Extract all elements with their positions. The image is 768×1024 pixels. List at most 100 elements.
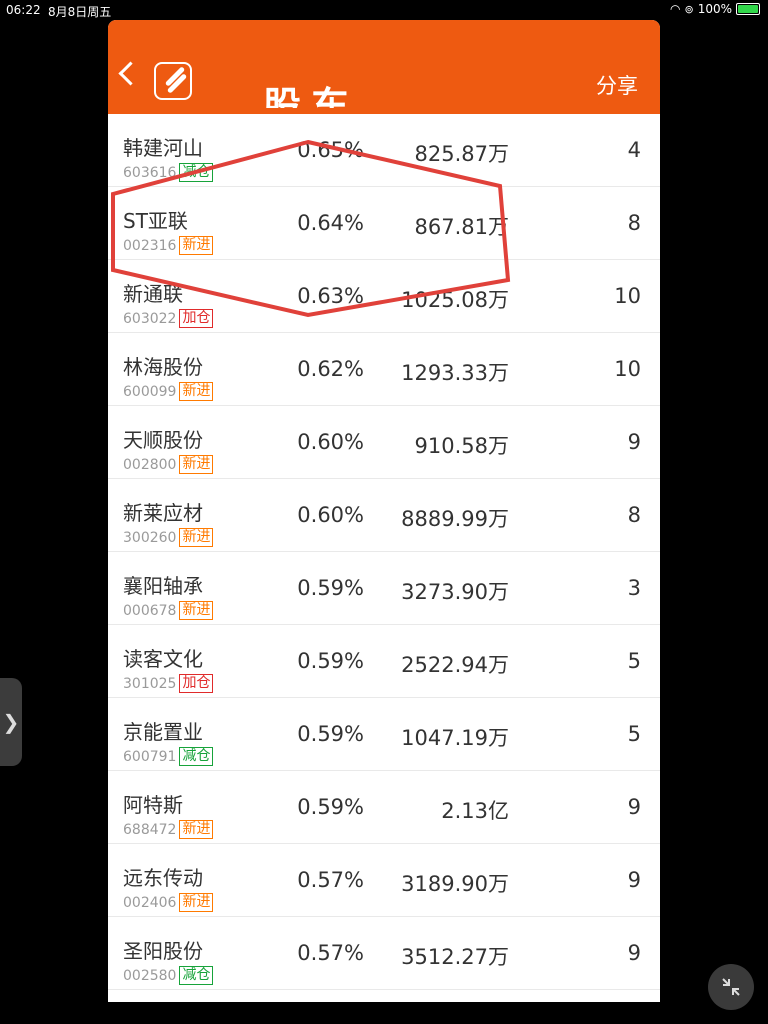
stock-name: 新莱应材: [123, 501, 203, 525]
holding-amount: 867.81万: [414, 215, 509, 239]
stock-code: 300260: [123, 529, 177, 546]
stock-name: ST亚联: [123, 209, 188, 233]
header-bar: 股东 分享: [108, 20, 660, 114]
holding-percent: 0.59%: [297, 576, 364, 600]
stock-name: 韩建河山: [123, 136, 203, 160]
holder-count: 9: [627, 941, 641, 965]
holder-count: 10: [614, 357, 641, 381]
stock-name: 新通联: [123, 282, 183, 306]
stock-name: 远东传动: [123, 866, 203, 890]
holding-amount: 8889.99万: [401, 507, 509, 531]
holding-percent: 0.64%: [297, 211, 364, 235]
table-row[interactable]: 新莱应材 300260 新进 0.60% 8889.99万 8: [108, 479, 660, 552]
table-row[interactable]: 京能置业 600791 减仓 0.59% 1047.19万 5: [108, 698, 660, 771]
holding-percent: 0.63%: [297, 284, 364, 308]
stock-name: 阿特斯: [123, 793, 183, 817]
stock-sub: 600099 新进: [123, 382, 214, 401]
table-row[interactable]: 新通联 603022 加仓 0.63% 1025.08万 10: [108, 260, 660, 333]
status-time: 06:22: [6, 3, 41, 17]
side-drawer-handle[interactable]: ❯: [0, 678, 22, 766]
share-button[interactable]: 分享: [596, 70, 638, 100]
stock-sub: 002800 新进: [123, 455, 214, 474]
stock-sub: 603616 减仓: [123, 163, 214, 182]
stock-code: 603022: [123, 310, 177, 327]
holding-amount: 1025.08万: [401, 288, 509, 312]
holder-count: 8: [627, 211, 641, 235]
stock-code: 688472: [123, 821, 177, 838]
holding-percent: 0.65%: [297, 138, 364, 162]
stock-name: 林海股份: [123, 355, 203, 379]
orientation-lock-icon: ⊚: [684, 2, 694, 16]
stock-sub: 301025 加仓: [123, 674, 214, 693]
stock-sub: 002406 新进: [123, 893, 214, 912]
shrink-arrows-icon: [722, 978, 740, 996]
holding-percent: 0.59%: [297, 795, 364, 819]
position-tag: 新进: [179, 236, 214, 255]
collapse-button[interactable]: [708, 964, 754, 1010]
holder-count: 5: [627, 649, 641, 673]
stock-sub: 300260 新进: [123, 528, 214, 547]
position-tag: 减仓: [179, 966, 214, 985]
holder-count: 3: [627, 576, 641, 600]
position-tag: 新进: [179, 820, 214, 839]
stock-code: 301025: [123, 675, 177, 692]
position-tag: 减仓: [179, 163, 214, 182]
holder-count: 4: [627, 138, 641, 162]
stock-code: 002316: [123, 237, 177, 254]
holding-amount: 3512.27万: [401, 945, 509, 969]
holding-percent: 0.59%: [297, 722, 364, 746]
stock-name: 读客文化: [123, 647, 203, 671]
position-tag: 加仓: [179, 309, 214, 328]
status-indicators: ◠ ⊚ 100%: [670, 2, 760, 16]
table-row[interactable]: 阿特斯 688472 新进 0.59% 2.13亿 9: [108, 771, 660, 844]
holding-amount: 2522.94万: [401, 653, 509, 677]
status-date: 8月8日周五: [48, 5, 112, 19]
holding-percent: 0.57%: [297, 941, 364, 965]
holding-amount: 2.13亿: [441, 799, 509, 823]
stock-list: 韩建河山 603616 减仓 0.65% 825.87万 4 ST亚联 002316 新进 0.6…: [108, 114, 660, 1002]
status-bar: 06:22 8月8日周五 ◠ ⊚ 100%: [0, 0, 768, 20]
table-row[interactable]: 林海股份 600099 新进 0.62% 1293.33万 10: [108, 333, 660, 406]
holder-count: 8: [627, 503, 641, 527]
stock-sub: 603022 加仓: [123, 309, 214, 328]
stock-name: 京能置业: [123, 720, 203, 744]
holding-amount: 825.87万: [414, 142, 509, 166]
stock-name: 襄阳轴承: [123, 574, 203, 598]
table-row[interactable]: ST亚联 002316 新进 0.64% 867.81万 8: [108, 187, 660, 260]
position-tag: 新进: [179, 893, 214, 912]
holding-amount: 910.58万: [414, 434, 509, 458]
position-tag: 加仓: [179, 674, 214, 693]
holder-count: 5: [627, 722, 641, 746]
holding-amount: 1047.19万: [401, 726, 509, 750]
page-title: 股东: [263, 84, 360, 108]
table-row[interactable]: 韩建河山 603616 减仓 0.65% 825.87万 4: [108, 114, 660, 187]
holder-count: 10: [614, 284, 641, 308]
app-window: 股东 分享 韩建河山 603616 减仓 0.65% 825.87万 4 ST亚联 00231…: [108, 20, 660, 1002]
position-tag: 减仓: [179, 747, 214, 766]
stock-code: 600099: [123, 383, 177, 400]
holder-count: 9: [627, 430, 641, 454]
table-row[interactable]: 天顺股份 002800 新进 0.60% 910.58万 9: [108, 406, 660, 479]
stock-code: 603616: [123, 164, 177, 181]
table-row[interactable]: 圣阳股份 002580 减仓 0.57% 3512.27万 9: [108, 917, 660, 990]
back-icon[interactable]: [118, 61, 143, 86]
stock-code: 002580: [123, 967, 177, 984]
holding-percent: 0.60%: [297, 430, 364, 454]
stock-code: 000678: [123, 602, 177, 619]
holder-count: 9: [627, 868, 641, 892]
holding-amount: 3273.90万: [401, 580, 509, 604]
stock-name: 天顺股份: [123, 428, 203, 452]
stock-sub: 002580 减仓: [123, 966, 214, 985]
table-row[interactable]: 襄阳轴承 000678 新进 0.59% 3273.90万 3: [108, 552, 660, 625]
stock-code: 600791: [123, 748, 177, 765]
app-logo: [154, 62, 192, 100]
holding-amount: 3189.90万: [401, 872, 509, 896]
table-row[interactable]: 领湃科技: [108, 990, 660, 1002]
holding-percent: 0.59%: [297, 649, 364, 673]
holding-percent: 0.60%: [297, 503, 364, 527]
table-row[interactable]: 远东传动 002406 新进 0.57% 3189.90万 9: [108, 844, 660, 917]
battery-icon: [736, 3, 760, 15]
position-tag: 新进: [179, 382, 214, 401]
table-row[interactable]: 读客文化 301025 加仓 0.59% 2522.94万 5: [108, 625, 660, 698]
holding-percent: 0.62%: [297, 357, 364, 381]
